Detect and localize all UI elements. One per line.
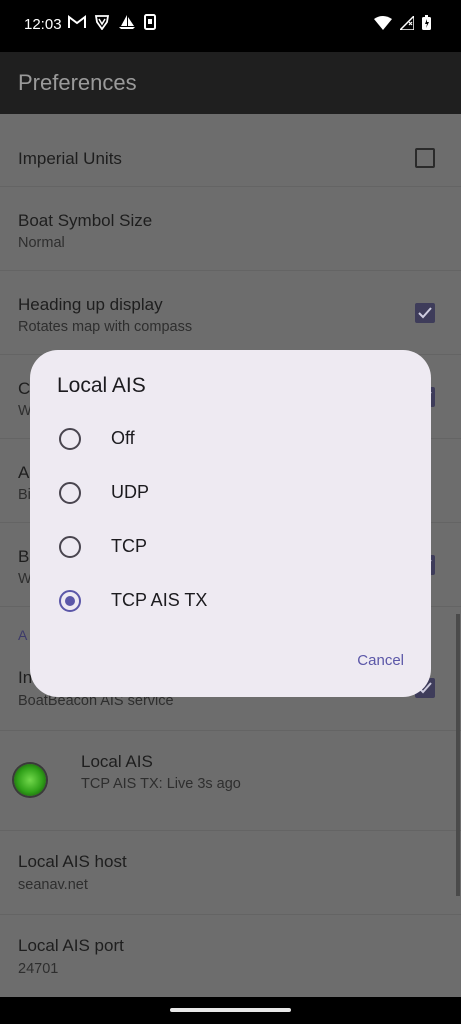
local-ais-dialog: Local AIS Off UDP TCP TCP AIS TX Cancel	[30, 350, 431, 697]
pref-title: Local AIS port	[18, 936, 124, 955]
check-icon	[418, 307, 432, 319]
option-off[interactable]: Off	[30, 412, 431, 466]
section-header: A	[18, 627, 28, 643]
system-icons	[374, 13, 431, 35]
battery-icon	[422, 15, 431, 35]
option-label: UDP	[111, 482, 150, 502]
status-bar: 12:03	[0, 0, 461, 52]
pref-title: Heading up display	[18, 295, 163, 314]
pref-title: Local AIS host	[18, 852, 127, 871]
option-label: Off	[111, 428, 135, 448]
notification-icons	[68, 14, 156, 35]
pref-summary: 24701	[18, 961, 59, 977]
pref-summary: seanav.net	[18, 877, 88, 893]
pref-summary: Normal	[18, 235, 65, 251]
navigation-bar	[0, 997, 461, 1024]
pref-summary: Rotates map with compass	[18, 319, 193, 335]
dialog-title: Local AIS	[57, 374, 146, 397]
app-bar: Preferences	[0, 52, 461, 114]
imperial-units-checkbox[interactable]	[415, 148, 435, 168]
radio-button[interactable]	[59, 428, 81, 450]
gmail-icon	[68, 15, 86, 34]
pref-title: Local AIS	[81, 752, 153, 771]
pref-title: A	[18, 463, 30, 482]
heading-up-checkbox[interactable]	[415, 303, 435, 323]
status-time: 12:03	[24, 16, 62, 33]
pref-summary: Bi	[18, 487, 31, 503]
radio-button[interactable]	[59, 536, 81, 558]
radio-button[interactable]	[59, 482, 81, 504]
wifi-icon	[374, 15, 392, 35]
pref-heading-up-display[interactable]: Heading up display Rotates map with comp…	[0, 270, 461, 355]
cancel-button[interactable]: Cancel	[357, 652, 404, 669]
option-tcp-ais-tx[interactable]: TCP AIS TX	[30, 574, 431, 628]
pref-local-ais-port[interactable]: Local AIS port 24701	[0, 914, 461, 997]
pref-local-ais-status[interactable]: Local AIS TCP AIS TX: Live 3s ago	[0, 730, 461, 831]
option-udp[interactable]: UDP	[30, 466, 431, 520]
pref-local-ais-host[interactable]: Local AIS host seanav.net	[0, 830, 461, 915]
home-gesture-handle[interactable]	[170, 1008, 291, 1012]
pref-summary: TCP AIS TX: Live 3s ago	[81, 776, 241, 792]
radio-button-selected[interactable]	[59, 590, 81, 612]
option-label: TCP	[111, 536, 147, 556]
pref-title: Imperial Units	[18, 149, 122, 168]
pref-title: Boat Symbol Size	[18, 211, 153, 230]
vpn-shield-icon	[94, 14, 110, 35]
page-title: Preferences	[18, 70, 137, 95]
pref-imperial-units[interactable]: Imperial Units	[0, 114, 461, 187]
scrollbar[interactable]	[456, 614, 460, 896]
cell-signal-icon	[398, 13, 415, 35]
pref-title: B	[18, 547, 30, 566]
option-label: TCP AIS TX	[111, 590, 208, 610]
pref-boat-symbol-size[interactable]: Boat Symbol Size Normal	[0, 186, 461, 271]
sailboat-icon	[118, 14, 136, 35]
device-icon	[144, 14, 156, 35]
connection-status-light-icon	[14, 764, 46, 796]
option-tcp[interactable]: TCP	[30, 520, 431, 574]
pref-title: C	[18, 379, 31, 398]
